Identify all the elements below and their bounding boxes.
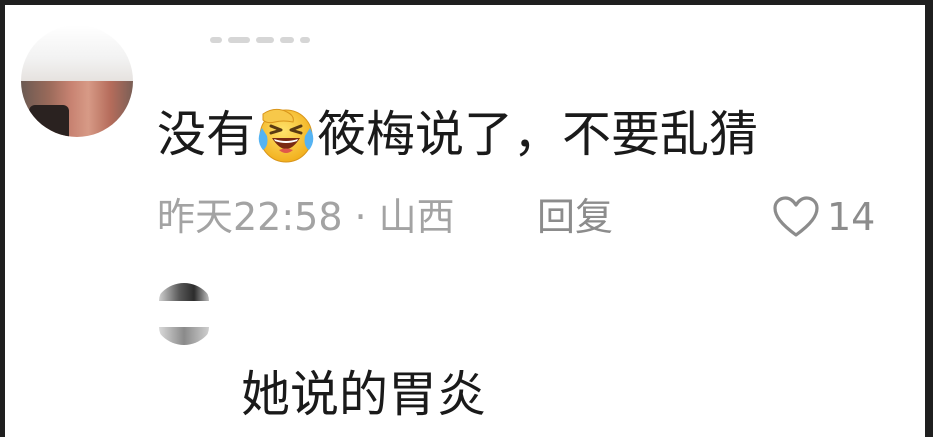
like-count: 14: [827, 195, 876, 239]
comment-location: 山西: [378, 195, 455, 239]
replier-avatar[interactable]: [153, 283, 215, 345]
heart-outline-icon: [773, 196, 819, 237]
reply-body: 她说的胃炎: [241, 366, 487, 423]
comment-meta: 昨天22:58 · 山西: [157, 193, 455, 241]
reply-button[interactable]: 回复: [537, 193, 613, 241]
crying-laughing-emoji-icon: [258, 108, 314, 163]
meta-separator: ·: [354, 195, 367, 239]
avatar-photo-shadow: [29, 105, 69, 137]
comment-text-part-1: 没有: [157, 106, 256, 163]
comment-text-part-2: 筱梅说了，不要乱猜: [317, 106, 759, 163]
comment-timestamp: 昨天22:58: [157, 195, 343, 239]
like-button[interactable]: 14: [773, 193, 875, 241]
commenter-username-blurred[interactable]: [210, 33, 340, 47]
avatar-middle: [153, 301, 215, 327]
comment-screenshot-frame: 没有 筱梅说了，不要乱猜 昨天22:58 · 山西 回复 14 她说的胃炎: [0, 0, 933, 437]
avatar-background: [21, 25, 133, 81]
comment-body: 没有 筱梅说了，不要乱猜: [157, 105, 758, 165]
avatar-bottom: [159, 327, 209, 345]
avatar-top: [159, 283, 209, 301]
commenter-avatar[interactable]: [21, 25, 133, 137]
